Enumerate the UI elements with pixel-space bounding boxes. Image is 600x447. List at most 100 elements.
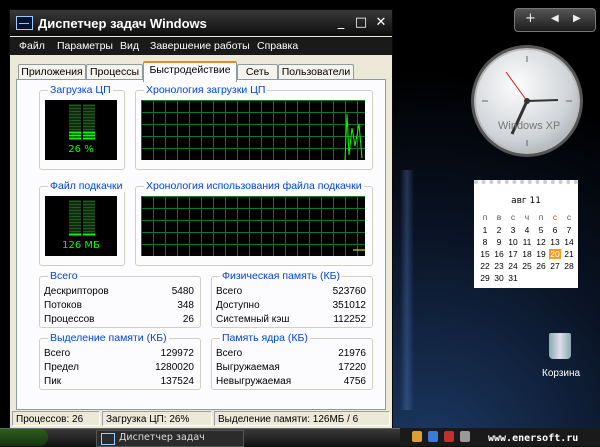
calendar-day[interactable]: 20 (549, 249, 561, 259)
threads-value: 348 (177, 300, 194, 311)
calendar-weekday: п (538, 212, 544, 222)
calendar-weekday: п (482, 212, 488, 222)
calendar-day[interactable]: 30 (493, 273, 505, 283)
tray-icon[interactable] (460, 431, 470, 442)
taskbar-task-manager[interactable]: Диспетчер задач (96, 430, 244, 447)
menu-view[interactable]: Вид (120, 40, 139, 52)
cpu-meter-segment (83, 113, 95, 116)
calendar-day[interactable]: 19 (535, 249, 547, 259)
cpu-meter-segment (83, 104, 95, 107)
pagefile-meter-segment (83, 212, 95, 215)
calendar-day[interactable]: 15 (479, 249, 491, 259)
watermark: www.enersoft.ru (488, 433, 579, 444)
commit-charge-title: Выделение памяти (КБ) (48, 332, 169, 344)
commit-peak-label: Пик (44, 376, 62, 387)
calendar-day[interactable]: 24 (507, 261, 519, 271)
performance-panel: Загрузка ЦП 26 % Хронология загрузки ЦП … (16, 79, 386, 410)
kernel-paged-value: 17220 (338, 362, 366, 373)
cpu-meter-segment (69, 119, 81, 122)
status-commit: Выделение памяти: 126МБ / 6 (214, 411, 390, 426)
processes-value: 26 (182, 314, 194, 325)
calendar-day[interactable]: 27 (549, 261, 561, 271)
prev-gadget-button[interactable]: ◀ (551, 13, 559, 24)
tray-icon[interactable] (428, 431, 438, 442)
calendar-day[interactable]: 7 (563, 225, 575, 235)
pagefile-meter-segment (69, 200, 81, 203)
pagefile-meter-segment (69, 224, 81, 227)
cpu-meter-segment (83, 107, 95, 110)
next-gadget-button[interactable]: ▶ (573, 13, 581, 24)
recycle-bin-icon[interactable] (549, 333, 571, 359)
cpu-meter-segment (83, 125, 95, 128)
calendar-day[interactable]: 18 (521, 249, 533, 259)
calendar-day[interactable]: 10 (507, 237, 519, 247)
calendar-weekday: с (510, 212, 516, 222)
calendar-day[interactable]: 12 (535, 237, 547, 247)
minimize-button[interactable]: _ (332, 15, 350, 31)
cpu-meter-segment (69, 137, 81, 140)
cpu-meter-segment (83, 137, 95, 140)
pagefile-meter-segment (83, 233, 95, 236)
maximize-button[interactable]: □ (352, 15, 370, 31)
pagefile-meter-segment (69, 221, 81, 224)
calendar-gadget[interactable]: авг 11 п в с ч п с с 1 2 3 4 5 6 7 8 9 10 11 12 13 14 15 16 17 1… (474, 180, 578, 288)
task-manager-window[interactable]: Диспетчер задач Windows _ □ ✕ Файл Парам… (9, 9, 393, 429)
calendar-day[interactable]: 4 (521, 225, 533, 235)
menu-options[interactable]: Параметры (57, 40, 113, 52)
calendar-day[interactable]: 28 (563, 261, 575, 271)
close-button[interactable]: ✕ (372, 15, 390, 31)
title-bar[interactable]: Диспетчер задач Windows _ □ ✕ (10, 10, 392, 36)
task-manager-icon (101, 433, 115, 445)
calendar-day[interactable]: 14 (563, 237, 575, 247)
status-cpu: Загрузка ЦП: 26% (102, 411, 212, 426)
tab-performance[interactable]: Быстродействие (143, 61, 237, 82)
calendar-day[interactable]: 31 (507, 273, 519, 283)
calendar-day[interactable]: 2 (493, 225, 505, 235)
pagefile-meter-segment (83, 221, 95, 224)
calendar-day[interactable]: 22 (479, 261, 491, 271)
commit-limit-value: 1280020 (155, 362, 194, 373)
pagefile-meter-segment (69, 212, 81, 215)
calendar-day[interactable]: 8 (479, 237, 491, 247)
pagefile-history-title: Хронология использования файла подкачки (144, 180, 364, 192)
calendar-day[interactable]: 29 (479, 273, 491, 283)
calendar-day[interactable]: 11 (521, 237, 533, 247)
pagefile-history-graph (141, 196, 365, 256)
clock-gadget[interactable]: Windows XP (474, 48, 580, 154)
calendar-day[interactable]: 23 (493, 261, 505, 271)
menu-shutdown[interactable]: Завершение работы (150, 40, 250, 52)
calendar-day[interactable]: 13 (549, 237, 561, 247)
calendar-day[interactable]: 5 (535, 225, 547, 235)
cpu-meter-segment (69, 110, 81, 113)
calendar-day[interactable]: 26 (535, 261, 547, 271)
pagefile-meter-segment (83, 224, 95, 227)
calendar-day[interactable]: 17 (507, 249, 519, 259)
physical-total-value: 523760 (332, 286, 366, 297)
tray-icon[interactable] (412, 431, 422, 442)
calendar-day[interactable]: 9 (493, 237, 505, 247)
calendar-day[interactable]: 1 (479, 225, 491, 235)
start-button[interactable] (0, 429, 48, 446)
cpu-meter-segment (83, 119, 95, 122)
tray-icon[interactable] (444, 431, 454, 442)
recycle-bin-label[interactable]: Корзина (542, 368, 580, 379)
cpu-meter-segment (83, 134, 95, 137)
calendar-day[interactable]: 6 (549, 225, 561, 235)
calendar-day[interactable]: 25 (521, 261, 533, 271)
menu-file[interactable]: Файл (19, 40, 45, 52)
menu-help[interactable]: Справка (257, 40, 298, 52)
add-gadget-button[interactable]: + (525, 11, 536, 26)
cpu-meter-segment (69, 104, 81, 107)
calendar-day[interactable]: 16 (493, 249, 505, 259)
kernel-nonpaged-label: Невыгружаемая (216, 376, 292, 387)
cpu-meter-segment (83, 116, 95, 119)
calendar-day[interactable]: 21 (563, 249, 575, 259)
physical-memory-group: Физическая память (КБ) Всего 523760 Досту… (211, 270, 373, 328)
commit-total-value: 129972 (160, 348, 194, 359)
system-cache-label: Системный кэш (216, 314, 290, 325)
window-title: Диспетчер задач Windows (38, 16, 207, 31)
kernel-nonpaged-value: 4756 (343, 376, 366, 387)
kernel-memory-title: Память ядра (КБ) (220, 332, 310, 344)
pagefile-meter-segment (69, 230, 81, 233)
calendar-day[interactable]: 3 (507, 225, 519, 235)
